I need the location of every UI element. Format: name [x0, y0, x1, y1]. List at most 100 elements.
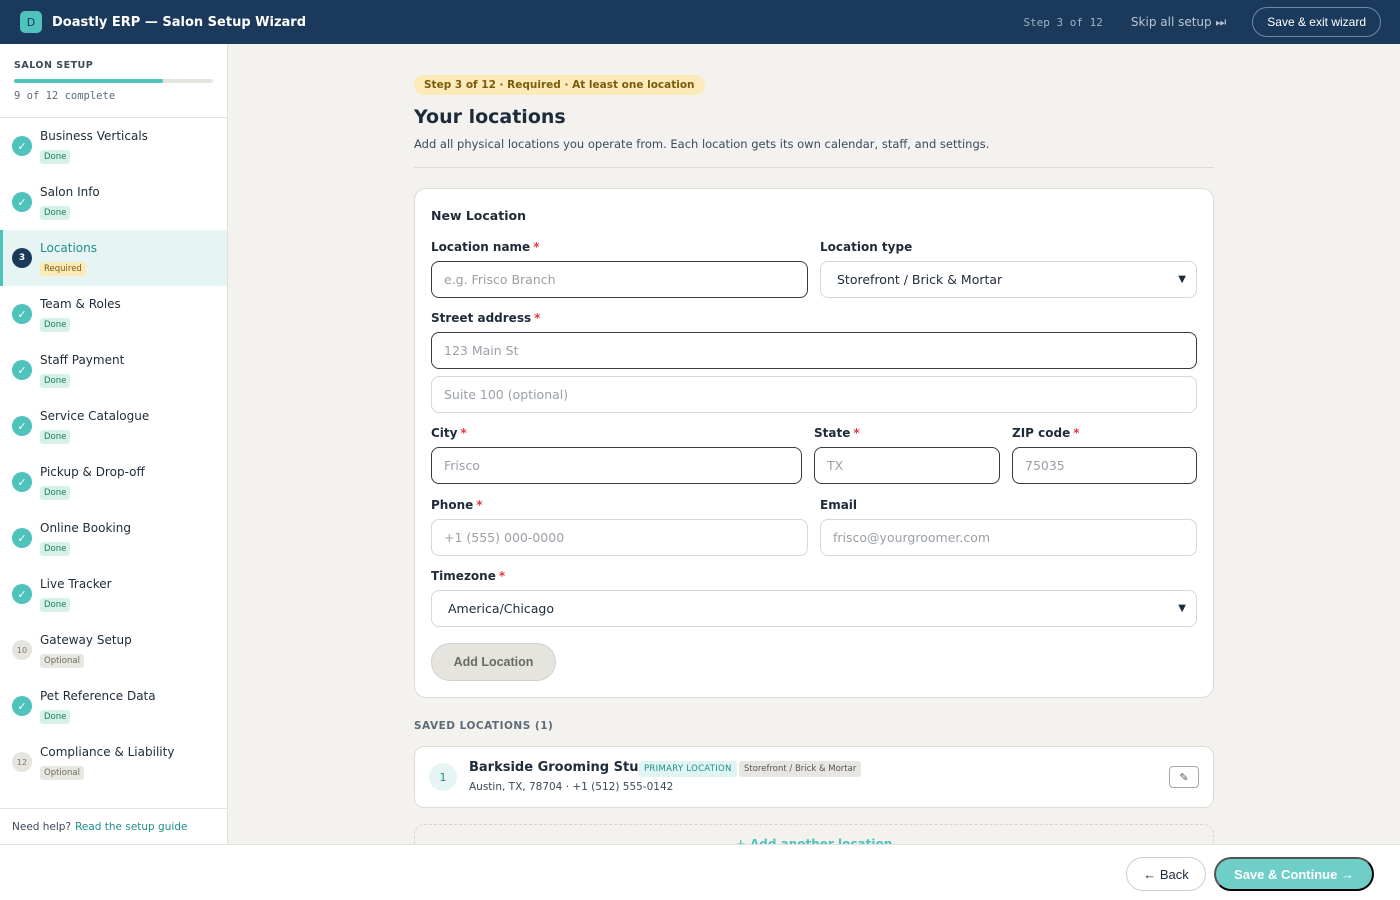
city-input[interactable] [431, 447, 802, 484]
sidebar-item-salon-info[interactable]: ✓ Salon Info Done [0, 174, 227, 230]
progress-text: 9 of 12 complete [14, 90, 116, 102]
email-input[interactable] [820, 519, 1197, 556]
label-text: Location name [431, 240, 531, 254]
status-badge: Optional [40, 653, 84, 668]
sidebar-item-label: Business Verticals [40, 128, 148, 143]
status-badge: Done [40, 597, 71, 612]
sidebar-item-text: Staff Payment Done [40, 353, 124, 388]
location-type-select[interactable]: Storefront / Brick & Mortar ▼ [820, 261, 1197, 298]
phone-label: Phone * [431, 498, 483, 512]
setup-progress-bar [14, 79, 213, 83]
sidebar-steps: ✓ Business Verticals Done ✓ Salon Info Done 3 L… [0, 118, 227, 790]
required-asterisk: * [853, 426, 860, 440]
sidebar-item-label: Online Booking [40, 520, 131, 535]
sidebar-item-service-catalogue[interactable]: ✓ Service Catalogue Done [0, 398, 227, 454]
check-icon: ✓ [12, 360, 32, 380]
save-exit-button[interactable]: Save & exit wizard [1252, 7, 1381, 37]
zip-input[interactable] [1012, 447, 1197, 484]
sidebar-help: Need help? Read the setup guide [0, 808, 227, 844]
status-badge: Done [40, 541, 71, 556]
sidebar-item-pickup-drop-off[interactable]: ✓ Pickup & Drop-off Done [0, 454, 227, 510]
edit-location-button[interactable]: ✎ [1169, 766, 1199, 788]
sidebar-item-business-verticals[interactable]: ✓ Business Verticals Done [0, 118, 227, 174]
primary-location-badge: PRIMARY LOCATION [639, 761, 737, 777]
label-text: State [814, 426, 851, 440]
required-asterisk: * [460, 426, 467, 440]
sidebar-heading: SALON SETUP [14, 60, 94, 71]
app-title: Doastly ERP — Salon Setup Wizard [52, 14, 307, 30]
phone-input[interactable] [431, 519, 808, 556]
chevron-down-icon: ▼ [1178, 603, 1186, 614]
sidebar-item-text: Pet Reference Data Done [40, 689, 156, 724]
sidebar-item-label: Pickup & Drop-off [40, 464, 145, 479]
skip-setup-link[interactable]: Skip all setup ⏭ [1131, 15, 1226, 30]
status-badge: Done [40, 485, 71, 500]
required-asterisk: * [534, 311, 541, 325]
sidebar-item-text: Service Catalogue Done [40, 409, 149, 444]
status-badge: Done [40, 205, 71, 220]
check-icon: ✓ [12, 472, 32, 492]
sidebar-item-text: Team & Roles Done [40, 297, 121, 332]
sidebar-item-live-tracker[interactable]: ✓ Live Tracker Done [0, 566, 227, 622]
sidebar-item-text: Pickup & Drop-off Done [40, 465, 145, 500]
city-label: City * [431, 426, 467, 440]
app-logo: D [20, 11, 42, 33]
sidebar-item-text: Compliance & Liability Optional [40, 745, 174, 780]
zip-label: ZIP code * [1012, 426, 1080, 440]
check-icon: ✓ [12, 584, 32, 604]
sidebar-header: SALON SETUP 9 of 12 complete [0, 44, 227, 118]
status-badge: Done [40, 317, 71, 332]
status-badge: Done [40, 429, 71, 444]
location-type-label: Location type [820, 240, 913, 254]
wizard-footer: ← Back Save & Continue → [0, 844, 1400, 900]
add-location-button[interactable]: Add Location [431, 643, 556, 681]
save-continue-button[interactable]: Save & Continue → [1214, 857, 1374, 891]
sidebar-item-team-roles[interactable]: ✓ Team & Roles Done [0, 286, 227, 342]
location-index: 1 [429, 763, 457, 791]
add-another-location-button[interactable]: + Add another location [414, 824, 1214, 844]
sidebar-item-pet-reference-data[interactable]: ✓ Pet Reference Data Done [0, 678, 227, 734]
location-name-input[interactable] [431, 261, 808, 298]
sidebar-item-text: Salon Info Done [40, 185, 100, 220]
sidebar-item-locations[interactable]: 3 Locations Required [0, 230, 227, 286]
street-address-label: Street address * [431, 311, 540, 325]
check-icon: ✓ [12, 304, 32, 324]
suite-input[interactable] [431, 376, 1197, 413]
status-badge: Optional [40, 765, 84, 780]
location-name: Barkside Grooming Studio [469, 760, 662, 775]
sidebar-item-staff-payment[interactable]: ✓ Staff Payment Done [0, 342, 227, 398]
sidebar-item-text: Live Tracker Done [40, 577, 112, 612]
status-badge: Done [40, 709, 71, 724]
status-badge: Required [40, 261, 86, 276]
sidebar-item-compliance-liability[interactable]: 12 Compliance & Liability Optional [0, 734, 227, 790]
check-icon: ✓ [12, 416, 32, 436]
saved-locations-heading: SAVED LOCATIONS (1) [414, 720, 554, 732]
timezone-label: Timezone * [431, 569, 505, 583]
step-number: 10 [12, 640, 32, 660]
label-text: Phone [431, 498, 474, 512]
sidebar-item-text: Gateway Setup Optional [40, 633, 132, 668]
chevron-down-icon: ▼ [1178, 274, 1186, 285]
new-location-card: New Location Location name* Location typ… [414, 188, 1214, 698]
sidebar-item-online-booking[interactable]: ✓ Online Booking Done [0, 510, 227, 566]
sidebar-item-gateway-setup[interactable]: 10 Gateway Setup Optional [0, 622, 227, 678]
check-icon: ✓ [12, 136, 32, 156]
card-title: New Location [431, 208, 526, 223]
sidebar-item-label: Live Tracker [40, 576, 112, 591]
label-text: Timezone [431, 569, 496, 583]
email-label: Email [820, 498, 858, 512]
check-icon: ✓ [12, 696, 32, 716]
page-title: Your locations [414, 106, 566, 128]
sidebar-item-text: Online Booking Done [40, 521, 131, 556]
state-input[interactable] [814, 447, 1000, 484]
setup-progress-fill [14, 79, 164, 83]
timezone-select[interactable]: America/Chicago ▼ [431, 590, 1197, 627]
check-icon: ✓ [12, 528, 32, 548]
required-asterisk: * [533, 240, 540, 254]
street-address-input[interactable] [431, 332, 1197, 369]
setup-guide-link[interactable]: Read the setup guide [75, 821, 187, 833]
back-button[interactable]: ← Back [1126, 857, 1206, 891]
sidebar-item-label: Staff Payment [40, 352, 125, 367]
sidebar-item-label: Service Catalogue [40, 408, 150, 423]
location-type-badge: Storefront / Brick & Mortar [739, 761, 862, 777]
